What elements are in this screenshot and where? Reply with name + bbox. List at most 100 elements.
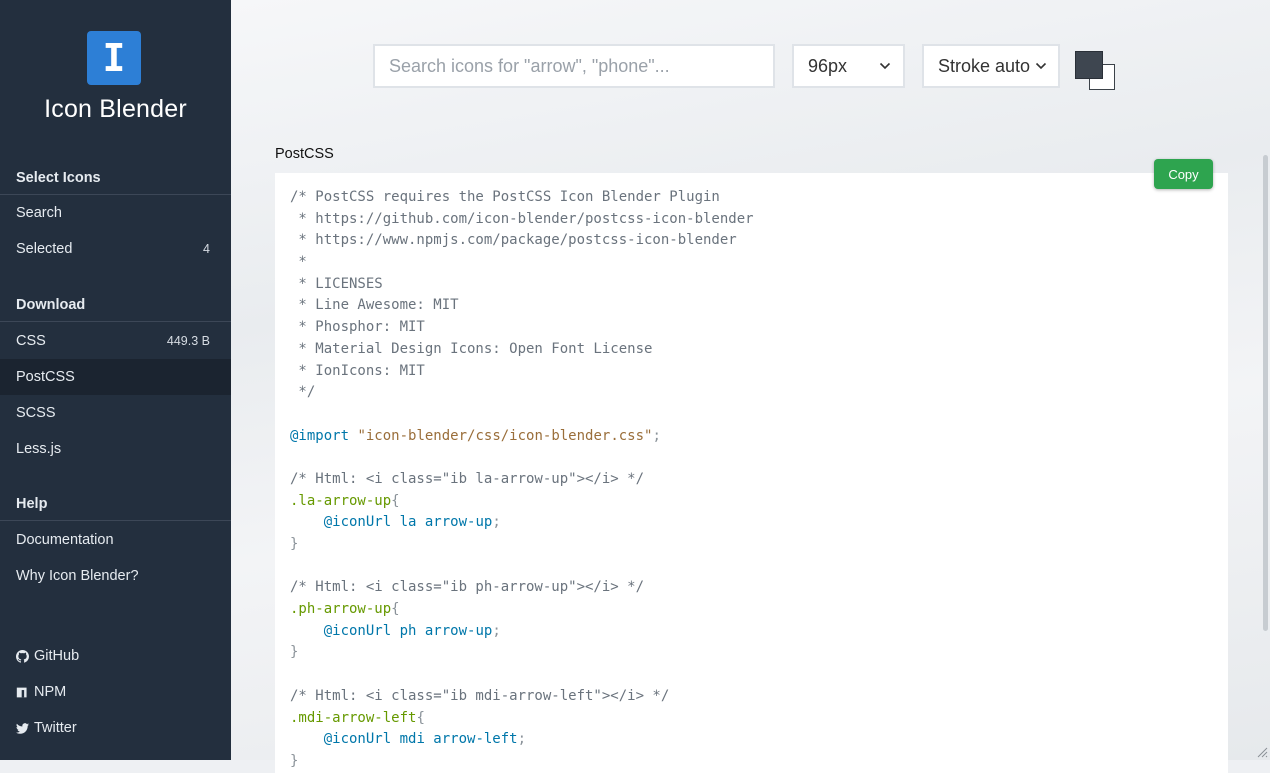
code-line: * Phosphor: MIT — [290, 317, 1213, 339]
css-size-badge: 449.3 B — [166, 334, 210, 348]
code-token-at: @iconUrl — [323, 731, 392, 748]
code-line: } — [290, 751, 1213, 773]
code-line: @iconUrl la arrow-up; — [290, 512, 1213, 534]
code-line: } — [290, 534, 1213, 556]
code-token-comment: * Material Design Icons: Open Font Licen… — [290, 340, 653, 357]
code-block[interactable]: /* PostCSS requires the PostCSS Icon Ble… — [275, 173, 1228, 773]
code-line: .mdi-arrow-left{ — [290, 708, 1213, 730]
sidebar-item-label: Search — [16, 205, 62, 221]
code-line: /* PostCSS requires the PostCSS Icon Ble… — [290, 187, 1213, 209]
code-token-comment: */ — [290, 384, 316, 401]
code-token-at: @iconUrl — [323, 514, 392, 531]
sidebar-item-scss[interactable]: SCSS — [0, 395, 231, 431]
npm-link[interactable]: NPM — [16, 682, 66, 702]
logo-i-icon: I — [102, 36, 126, 80]
code-token-punc: { — [391, 492, 400, 509]
code-token-punc: ; — [652, 427, 661, 444]
code-line: } — [290, 642, 1213, 664]
code-token-sel: .mdi-arrow-left — [290, 709, 417, 726]
section-heading-help: Help — [0, 487, 231, 521]
code-line: */ — [290, 382, 1213, 404]
npm-icon — [16, 687, 27, 697]
code-line: @iconUrl ph arrow-up; — [290, 621, 1213, 643]
code-line: /* Html: <i class="ib ph-arrow-up"></i> … — [290, 577, 1213, 599]
code-token-comment: /* PostCSS requires the PostCSS Icon Ble… — [290, 189, 720, 205]
section-heading-select-icons: Select Icons — [0, 161, 231, 195]
github-link[interactable]: GitHub — [16, 646, 79, 666]
code-token-punc: ; — [492, 622, 501, 639]
foreground-color-swatch[interactable] — [1075, 51, 1103, 79]
app-logo[interactable]: I — [87, 31, 141, 85]
code-token-comment: * LICENSES — [290, 275, 383, 292]
twitter-link[interactable]: Twitter — [16, 718, 77, 738]
code-token-punc: ; — [492, 514, 501, 531]
sidebar-item-label: Less.js — [16, 441, 62, 457]
code-line: .la-arrow-up{ — [290, 491, 1213, 513]
code-line: @iconUrl mdi arrow-left; — [290, 729, 1213, 751]
code-line: .ph-arrow-up{ — [290, 599, 1213, 621]
code-token-comment: * Phosphor: MIT — [290, 319, 425, 336]
code-token-comment: * IonIcons: MIT — [290, 362, 425, 379]
twitter-link-label: Twitter — [34, 720, 77, 736]
code-line: * Material Design Icons: Open Font Licen… — [290, 339, 1213, 361]
sidebar-item-label: SCSS — [16, 405, 56, 421]
resize-grip-icon[interactable] — [1255, 745, 1268, 758]
code-token-sel: .la-arrow-up — [290, 492, 392, 509]
code-token-comment: * https://github.com/icon-blender/postcs… — [290, 210, 754, 227]
code-token-plain: ph arrow-up — [391, 622, 493, 639]
github-link-label: GitHub — [34, 648, 80, 664]
code-token-punc: { — [416, 709, 425, 726]
code-line: * Line Awesome: MIT — [290, 295, 1213, 317]
sidebar-item-postcss[interactable]: PostCSS — [0, 359, 231, 395]
sidebar-item-label: Documentation — [16, 532, 114, 548]
color-picker[interactable] — [1075, 51, 1117, 91]
twitter-icon — [16, 722, 29, 734]
code-token-comment: * Line Awesome: MIT — [290, 297, 459, 314]
page-scrollbar[interactable] — [1263, 155, 1268, 631]
app-title: Icon Blender — [44, 95, 187, 123]
code-line: /* Html: <i class="ib mdi-arrow-left"></… — [290, 686, 1213, 708]
sidebar-item-selected[interactable]: Selected 4 — [0, 231, 231, 267]
code-line: @import "icon-blender/css/icon-blender.c… — [290, 426, 1213, 448]
code-token-punc: { — [391, 601, 400, 618]
sidebar-item-search[interactable]: Search — [0, 195, 231, 231]
code-token-punc: } — [290, 536, 299, 552]
code-token-at: @iconUrl — [323, 622, 392, 639]
sidebar-item-documentation[interactable]: Documentation — [0, 522, 231, 558]
selected-count-badge: 4 — [203, 242, 210, 256]
code-token-comment: /* Html: <i class="ib la-arrow-up"></i> … — [290, 470, 645, 487]
stroke-value: Stroke auto — [938, 55, 1031, 76]
sidebar-item-lessjs[interactable]: Less.js — [0, 431, 231, 467]
github-icon — [16, 649, 29, 663]
code-token-comment: /* Html: <i class="ib mdi-arrow-left"></… — [290, 687, 670, 704]
stroke-select[interactable]: Stroke auto — [922, 44, 1060, 88]
code-token-comment: * — [290, 254, 307, 271]
code-token-plain: mdi arrow-left — [391, 731, 518, 748]
sidebar-item-why-icon-blender[interactable]: Why Icon Blender? — [0, 558, 231, 594]
code-token-punc: ; — [517, 731, 527, 748]
section-heading-download: Download — [0, 288, 231, 322]
panel-title: PostCSS — [275, 146, 334, 162]
chevron-down-icon — [1035, 62, 1047, 70]
sidebar-item-label: CSS — [16, 333, 46, 349]
sidebar-item-label: Selected — [16, 241, 73, 257]
code-token-punc: } — [290, 752, 299, 769]
code-token-punc: } — [290, 644, 299, 661]
sidebar-item-css[interactable]: CSS 449.3 B — [0, 323, 231, 359]
copy-button[interactable]: Copy — [1154, 159, 1213, 189]
code-line: * — [290, 252, 1213, 274]
code-line: * https://github.com/icon-blender/postcs… — [290, 209, 1213, 231]
code-token-sel: .ph-arrow-up — [290, 601, 392, 618]
code-line: * IonIcons: MIT — [290, 361, 1213, 383]
code-token-comment: * https://www.npmjs.com/package/postcss-… — [290, 232, 737, 249]
search-input[interactable] — [373, 44, 775, 88]
code-line: * https://www.npmjs.com/package/postcss-… — [290, 230, 1213, 252]
icon-size-select[interactable]: 96px — [792, 44, 905, 88]
sidebar-item-label: PostCSS — [16, 369, 75, 385]
